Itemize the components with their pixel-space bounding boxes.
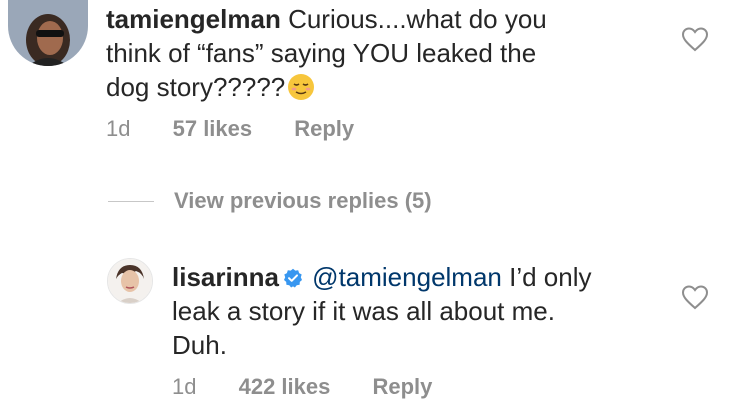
comment-text-line3: dog story????? — [106, 72, 286, 102]
reply-body: lisarinna @tamiengelman I’d only leak a … — [172, 260, 672, 362]
comment-text-line1: Curious....what do you — [288, 4, 547, 34]
comment-reply-button[interactable]: Reply — [294, 116, 354, 142]
reply-mention-link[interactable]: @tamiengelman — [312, 262, 502, 292]
reply-time: 1d — [172, 374, 197, 399]
comment-time: 1d — [106, 116, 131, 141]
comment-body: tamiengelman Curious....what do you thin… — [106, 2, 666, 104]
reply-username[interactable]: lisarinna — [172, 262, 279, 292]
verified-badge-icon — [283, 262, 303, 288]
avatar[interactable] — [8, 0, 88, 66]
comment-thread: tamiengelman Curious....what do you thin… — [0, 0, 747, 404]
like-heart-icon[interactable] — [681, 284, 709, 310]
reply-text-line2: leak a story if it was all about me. — [172, 296, 555, 326]
comment-meta: 1d 57 likes Reply — [106, 116, 354, 142]
like-heart-icon[interactable] — [681, 26, 709, 52]
comment-likes[interactable]: 57 likes — [173, 116, 253, 142]
relieved-face-emoji-icon — [287, 73, 315, 101]
reply-text-line1: I’d only — [501, 262, 592, 292]
avatar[interactable] — [107, 258, 153, 304]
reply-meta: 1d 422 likes Reply — [172, 374, 432, 400]
divider-line — [108, 200, 154, 202]
comment-username[interactable]: tamiengelman — [106, 4, 281, 34]
reply-text-line3: Duh. — [172, 330, 227, 360]
comment-text-line2: think of “fans” saying YOU leaked the — [106, 38, 537, 68]
view-previous-replies-button[interactable]: View previous replies (5) — [108, 186, 432, 216]
reply-reply-button[interactable]: Reply — [372, 374, 432, 400]
view-previous-replies-label: View previous replies (5) — [174, 188, 432, 213]
reply-likes[interactable]: 422 likes — [239, 374, 331, 400]
